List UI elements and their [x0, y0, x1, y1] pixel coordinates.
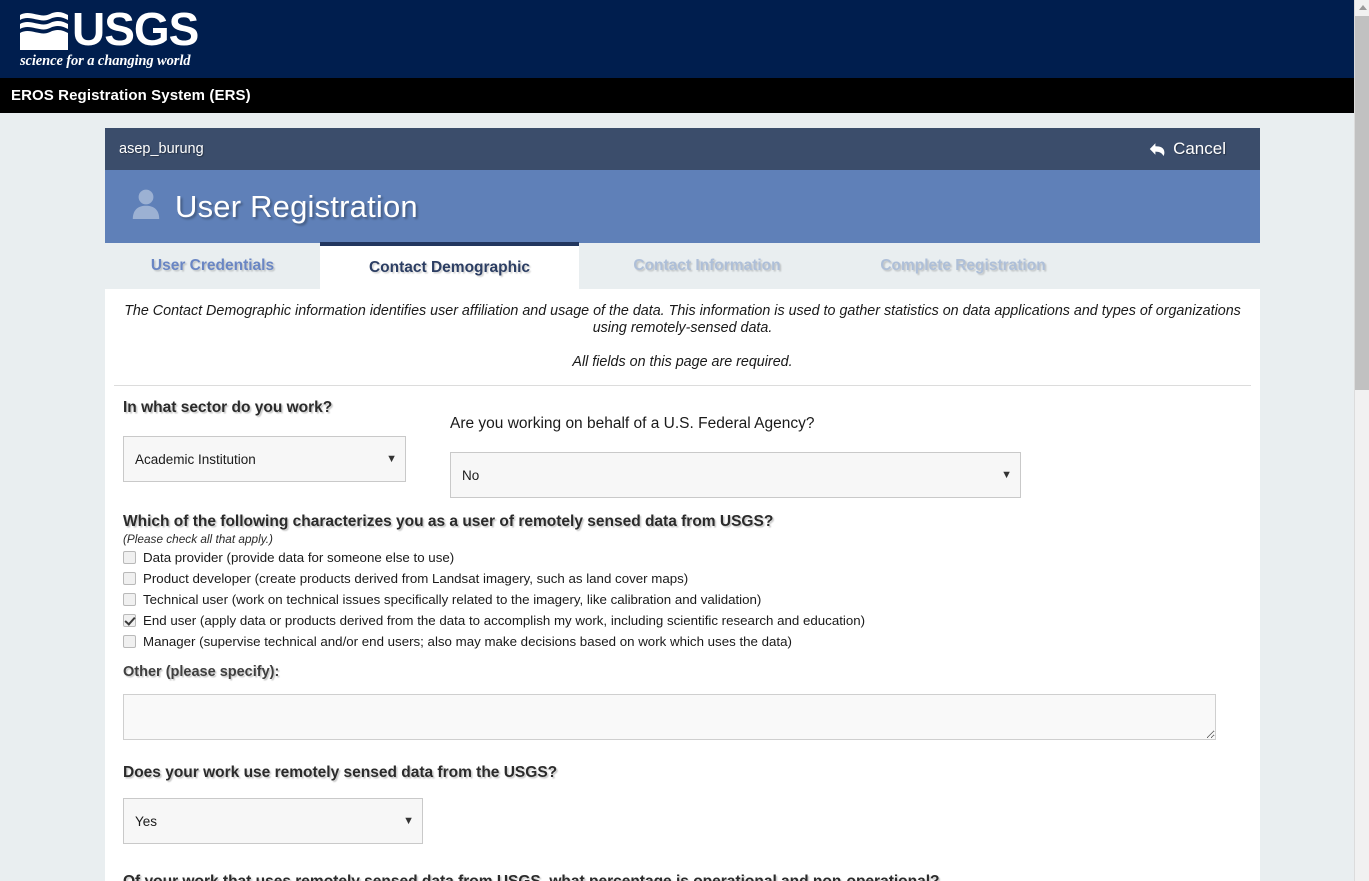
- back-arrow-icon: [1149, 142, 1165, 156]
- tab-contact-information[interactable]: Contact Information: [579, 243, 835, 289]
- card-body: The Contact Demographic information iden…: [105, 289, 1260, 881]
- cancel-label: Cancel: [1173, 139, 1226, 158]
- sector-field-group: In what sector do you work? Academic Ins…: [123, 399, 450, 498]
- user-type-group: Which of the following characterizes you…: [123, 513, 1251, 649]
- checkbox-row-product-developer[interactable]: Product developer (create products deriv…: [123, 571, 1251, 586]
- checkbox-technical-user-label: Technical user (work on technical issues…: [143, 591, 762, 607]
- federal-agency-select-wrapper: No ▼: [450, 451, 1021, 498]
- scroll-up-arrow-icon[interactable]: [1355, 0, 1369, 15]
- intro-block: The Contact Demographic information iden…: [114, 289, 1251, 386]
- intro-required-note: All fields on this page are required.: [572, 354, 793, 370]
- page-title: User Registration: [175, 188, 418, 224]
- scrollbar-thumb[interactable]: [1355, 16, 1369, 390]
- checkbox-row-manager[interactable]: Manager (supervise technical and/or end …: [123, 634, 1251, 649]
- demographic-form: In what sector do you work? Academic Ins…: [114, 386, 1251, 881]
- federal-agency-select[interactable]: No: [450, 451, 1021, 498]
- checkbox-manager[interactable]: [123, 634, 136, 648]
- checkbox-product-developer[interactable]: [123, 571, 136, 585]
- sector-select-wrapper: Academic Institution ▼: [123, 435, 406, 482]
- user-strip: asep_burung Cancel: [105, 128, 1260, 170]
- federal-agency-field-group: Are you working on behalf of a U.S. Fede…: [450, 399, 1251, 498]
- intro-paragraph: The Contact Demographic information iden…: [124, 303, 1241, 336]
- cancel-button[interactable]: Cancel: [1149, 139, 1248, 159]
- user-type-note: (Please check all that apply.): [123, 531, 273, 546]
- uses-usgs-data-label: Does your work use remotely sensed data …: [123, 764, 558, 781]
- sector-label: In what sector do you work?: [123, 398, 333, 416]
- tab-user-credentials[interactable]: User Credentials: [105, 243, 320, 289]
- other-specify-textarea[interactable]: [123, 694, 1216, 740]
- card-container: asep_burung Cancel User Registration Use…: [0, 113, 1354, 881]
- page-title-band: User Registration: [105, 170, 1260, 243]
- usgs-wave-icon: [20, 12, 68, 50]
- page-viewport: USGS science for a changing world EROS R…: [0, 0, 1354, 881]
- tab-contact-demographic-label: Contact Demographic: [368, 258, 531, 276]
- uses-usgs-data-select[interactable]: Yes: [123, 798, 423, 844]
- tab-contact-demographic[interactable]: Contact Demographic: [320, 242, 579, 289]
- checkbox-end-user-label: End user (apply data or products derived…: [143, 612, 866, 628]
- sector-federal-row: In what sector do you work? Academic Ins…: [123, 399, 1251, 498]
- vertical-scrollbar[interactable]: [1354, 0, 1369, 881]
- checkbox-manager-label: Manager (supervise technical and/or end …: [143, 633, 792, 649]
- tab-contact-information-label: Contact Information: [633, 257, 781, 274]
- system-title-bar: EROS Registration System (ERS): [0, 78, 1354, 113]
- usgs-logo[interactable]: USGS science for a changing world: [18, 3, 199, 69]
- usgs-tagline: science for a changing world: [20, 53, 191, 69]
- system-title: EROS Registration System (ERS): [11, 87, 251, 104]
- other-specify-label: Other (please specify):: [123, 663, 280, 680]
- usgs-banner: USGS science for a changing world: [0, 0, 1354, 78]
- tab-complete-registration-label: Complete Registration: [880, 257, 1046, 274]
- checkbox-data-provider[interactable]: [123, 550, 136, 564]
- current-username: asep_burung: [119, 141, 204, 157]
- checkbox-row-technical-user[interactable]: Technical user (work on technical issues…: [123, 592, 1251, 607]
- tab-user-credentials-label: User Credentials: [150, 257, 275, 274]
- checkbox-row-data-provider[interactable]: Data provider (provide data for someone …: [123, 550, 1251, 565]
- checkbox-row-end-user[interactable]: End user (apply data or products derived…: [123, 613, 1251, 628]
- tab-complete-registration[interactable]: Complete Registration: [835, 243, 1091, 289]
- usgs-wordmark: USGS: [72, 3, 199, 55]
- percentage-label: Of your work that uses remotely sensed d…: [123, 873, 1251, 881]
- user-type-label: Which of the following characterizes you…: [123, 512, 774, 530]
- browser-page: USGS science for a changing world EROS R…: [0, 0, 1369, 881]
- user-person-icon: [131, 188, 161, 225]
- federal-agency-label: Are you working on behalf of a U.S. Fede…: [450, 414, 815, 432]
- wizard-tabs: User Credentials Contact Demographic Con…: [105, 242, 1260, 289]
- registration-card: asep_burung Cancel User Registration Use…: [105, 128, 1260, 881]
- checkbox-data-provider-label: Data provider (provide data for someone …: [143, 549, 455, 565]
- checkbox-technical-user[interactable]: [123, 592, 136, 606]
- checkbox-product-developer-label: Product developer (create products deriv…: [143, 570, 689, 586]
- uses-usgs-data-select-wrapper: Yes ▼: [123, 798, 423, 844]
- checkbox-end-user[interactable]: [123, 613, 136, 627]
- sector-select[interactable]: Academic Institution: [123, 435, 406, 482]
